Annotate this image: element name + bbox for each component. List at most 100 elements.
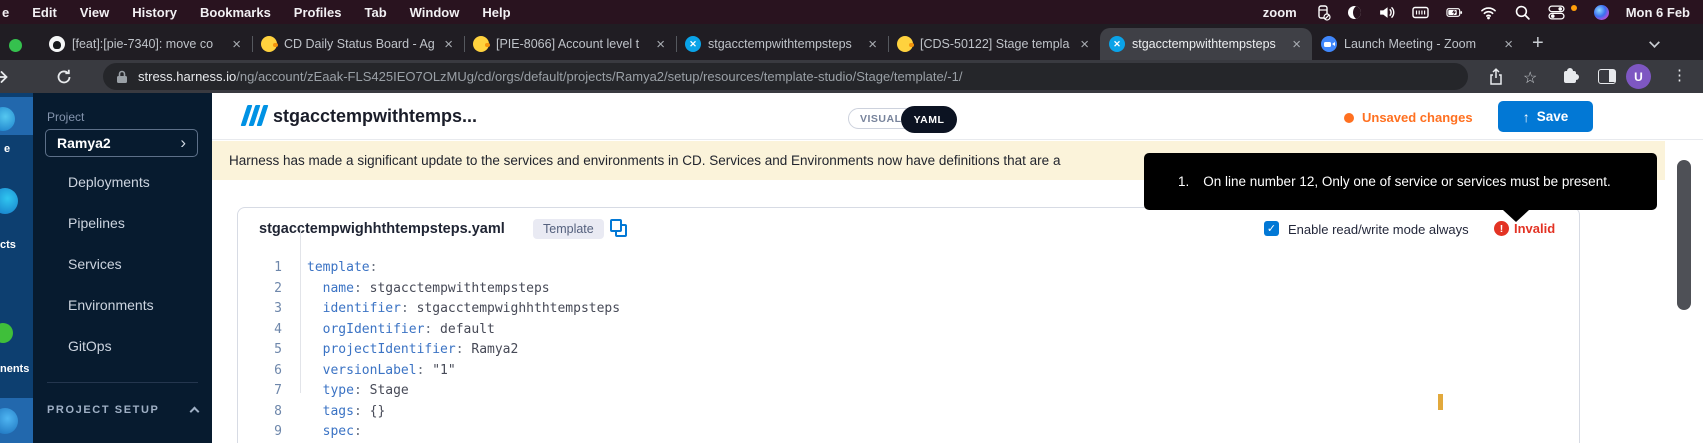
forward-arrow-icon[interactable] xyxy=(0,68,10,86)
menubar-clock[interactable]: Mon 6 Feb xyxy=(1626,5,1690,20)
line-number[interactable]: 3 xyxy=(238,299,282,320)
module-icon-blue xyxy=(0,408,18,434)
browser-menu-icon[interactable]: ⋮ xyxy=(1672,66,1687,84)
zoom-menu-item[interactable]: zoom xyxy=(1263,5,1297,20)
new-tab-button[interactable]: + xyxy=(1532,32,1544,55)
app-status-icon[interactable] xyxy=(1314,4,1331,21)
bookmark-star-icon[interactable]: ☆ xyxy=(1523,68,1541,86)
code-line[interactable]: 5 projectIdentifier: Ramya2 xyxy=(238,340,1579,361)
code-line[interactable]: 6 versionLabel: "1" xyxy=(238,361,1579,382)
code-lines[interactable]: 1template:2 name: stgacctempwithtempstep… xyxy=(238,258,1579,443)
browser-tab-pie-8066[interactable]: [PIE-8066] Account level t × xyxy=(464,28,676,60)
line-content[interactable]: name: stgacctempwithtempsteps xyxy=(282,279,550,300)
menubar-item-bookmarks[interactable]: Bookmarks xyxy=(200,5,271,20)
module-icon-green[interactable] xyxy=(0,323,13,343)
cd-module-icon[interactable] xyxy=(0,188,18,214)
invalid-status-badge[interactable]: ! Invalid xyxy=(1494,221,1555,236)
close-icon[interactable]: × xyxy=(1078,36,1091,53)
copy-icon[interactable] xyxy=(610,219,627,237)
sidebar-item-environments[interactable]: Environments xyxy=(68,297,154,313)
line-content[interactable]: template: xyxy=(282,258,377,279)
page-scrollbar-thumb[interactable] xyxy=(1677,160,1691,310)
code-line[interactable]: 3 identifier: stgacctempwighhthtempsteps xyxy=(238,299,1579,320)
line-number[interactable]: 1 xyxy=(238,258,282,279)
siri-icon[interactable] xyxy=(1594,5,1609,20)
browser-tab-cds-50122[interactable]: [CDS-50122] Stage templa × xyxy=(888,28,1100,60)
tab-search-chevron-icon[interactable] xyxy=(1649,37,1660,48)
reload-icon[interactable] xyxy=(55,68,73,86)
error-icon: ! xyxy=(1494,221,1509,236)
rail-module-selected[interactable] xyxy=(0,97,33,135)
code-line[interactable]: 9 spec: xyxy=(238,422,1579,443)
control-center-icon[interactable] xyxy=(1548,4,1565,21)
close-icon[interactable]: × xyxy=(1290,36,1303,53)
volume-icon[interactable] xyxy=(1378,4,1395,21)
line-number[interactable]: 6 xyxy=(238,361,282,382)
browser-tab-github-pr[interactable]: [feat]:[pie-7340]: move co × xyxy=(40,28,252,60)
menubar-item-help[interactable]: Help xyxy=(482,5,510,20)
close-icon[interactable]: × xyxy=(1502,36,1515,53)
line-number[interactable]: 5 xyxy=(238,340,282,361)
close-icon[interactable]: × xyxy=(654,36,667,53)
read-write-label[interactable]: Enable read/write mode always xyxy=(1288,222,1469,237)
line-content[interactable]: projectIdentifier: Ramya2 xyxy=(282,340,518,361)
browser-tab-harness-active[interactable]: ✕ stgacctempwithtempsteps × xyxy=(1100,28,1312,60)
line-number[interactable]: 8 xyxy=(238,402,282,423)
menubar-item-profiles[interactable]: Profiles xyxy=(294,5,342,20)
sidebar-item-services[interactable]: Services xyxy=(68,256,122,272)
line-content[interactable]: identifier: stgacctempwighhthtempsteps xyxy=(282,299,620,320)
save-button[interactable]: ↑ Save xyxy=(1498,101,1593,132)
rail-label-fragment: nents xyxy=(0,363,29,375)
project-selector[interactable]: Ramya2 › xyxy=(45,129,198,157)
spotlight-icon[interactable] xyxy=(1514,4,1531,21)
rail-module-item[interactable] xyxy=(0,398,33,443)
code-line[interactable]: 1template: xyxy=(238,258,1579,279)
side-panel-icon[interactable] xyxy=(1598,69,1616,84)
menubar-item-window[interactable]: Window xyxy=(410,5,460,20)
editor-warning-marker[interactable] xyxy=(1438,394,1443,410)
line-number[interactable]: 4 xyxy=(238,320,282,341)
close-icon[interactable]: × xyxy=(230,36,243,53)
share-icon[interactable] xyxy=(1487,68,1505,86)
close-icon[interactable]: × xyxy=(866,36,879,53)
chevron-right-icon: › xyxy=(180,133,186,153)
browser-tab-cd-status-board[interactable]: CD Daily Status Board - Ag × xyxy=(252,28,464,60)
code-line[interactable]: 7 type: Stage xyxy=(238,381,1579,402)
project-setup-section[interactable]: PROJECT SETUP xyxy=(47,404,198,416)
crescent-icon[interactable] xyxy=(1348,6,1361,19)
line-content[interactable]: orgIdentifier: default xyxy=(282,320,495,341)
line-number[interactable]: 2 xyxy=(238,279,282,300)
extensions-icon[interactable] xyxy=(1564,71,1576,83)
window-traffic-light-green[interactable] xyxy=(9,39,22,52)
line-content[interactable]: spec: xyxy=(282,422,362,443)
line-content[interactable]: tags: {} xyxy=(282,402,385,423)
sidebar-item-deployments[interactable]: Deployments xyxy=(68,174,150,190)
toggle-visual-button[interactable]: VISUAL xyxy=(860,113,902,125)
line-number[interactable]: 7 xyxy=(238,381,282,402)
browser-tab-zoom[interactable]: Launch Meeting - Zoom × xyxy=(1312,28,1524,60)
menubar-item-view[interactable]: View xyxy=(80,5,109,20)
indent-guide xyxy=(300,229,301,393)
read-write-checkbox[interactable]: ✓ xyxy=(1264,221,1279,236)
battery-icon[interactable] xyxy=(1446,4,1463,21)
line-content[interactable]: type: Stage xyxy=(282,381,409,402)
menubar-item-edit[interactable]: Edit xyxy=(32,5,57,20)
close-icon[interactable]: × xyxy=(442,36,455,53)
sidebar-item-gitops[interactable]: GitOps xyxy=(68,338,112,354)
profile-avatar[interactable]: U xyxy=(1626,64,1651,89)
line-content[interactable]: versionLabel: "1" xyxy=(282,361,456,382)
address-bar[interactable]: stress.harness.io /ng/account/zEaak-FLS4… xyxy=(103,63,1468,90)
menubar-item-partial[interactable]: e xyxy=(2,5,9,20)
wifi-icon[interactable] xyxy=(1480,4,1497,21)
menubar-item-tab[interactable]: Tab xyxy=(364,5,386,20)
code-line[interactable]: 2 name: stgacctempwithtempsteps xyxy=(238,279,1579,300)
menubar-item-history[interactable]: History xyxy=(132,5,177,20)
sidebar-item-pipelines[interactable]: Pipelines xyxy=(68,215,125,231)
toggle-yaml-button[interactable]: YAML xyxy=(901,106,957,133)
code-line[interactable]: 8 tags: {} xyxy=(238,402,1579,423)
browser-tab-harness-1[interactable]: ✕ stgacctempwithtempsteps × xyxy=(676,28,888,60)
harness-app: e cts nents Project Ramya2 › Deployments… xyxy=(0,93,1703,443)
keyboard-widget-icon[interactable] xyxy=(1412,4,1429,21)
line-number[interactable]: 9 xyxy=(238,422,282,443)
code-line[interactable]: 4 orgIdentifier: default xyxy=(238,320,1579,341)
